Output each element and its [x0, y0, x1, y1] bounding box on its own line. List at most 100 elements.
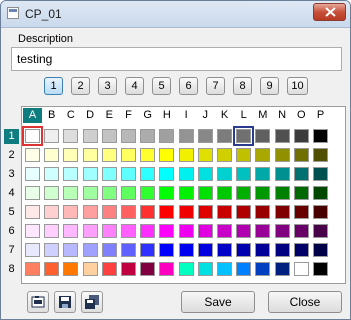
color-cell[interactable] [140, 224, 156, 238]
column-header-a[interactable]: A [23, 108, 42, 123]
page-button-1[interactable]: 1 [44, 77, 63, 95]
color-cell[interactable] [197, 148, 213, 162]
color-cell[interactable] [44, 205, 60, 219]
color-cell[interactable] [293, 167, 309, 181]
row-header-5[interactable]: 5 [4, 205, 19, 220]
color-cell[interactable] [274, 224, 290, 238]
color-cell[interactable] [159, 224, 175, 238]
color-cell[interactable] [274, 262, 290, 276]
color-cell[interactable] [178, 167, 194, 181]
color-cell[interactable] [197, 167, 213, 181]
column-header-b[interactable]: B [42, 108, 61, 123]
color-cell[interactable] [159, 186, 175, 200]
save-as-palette-button[interactable] [81, 291, 103, 313]
color-cell[interactable] [82, 243, 98, 257]
color-cell[interactable] [44, 167, 60, 181]
title-bar[interactable]: CP_01 [1, 1, 350, 28]
color-cell[interactable] [293, 262, 309, 276]
color-cell[interactable] [255, 148, 271, 162]
color-cell[interactable] [178, 148, 194, 162]
page-button-2[interactable]: 2 [71, 77, 90, 95]
color-cell[interactable] [255, 205, 271, 219]
color-cell[interactable] [82, 224, 98, 238]
color-cell[interactable] [140, 262, 156, 276]
open-palette-button[interactable] [27, 291, 49, 313]
color-cell[interactable] [313, 186, 328, 200]
color-cell[interactable] [313, 262, 328, 276]
color-cell[interactable] [217, 129, 232, 143]
row-header-2[interactable]: 2 [4, 148, 19, 163]
color-cell[interactable] [44, 148, 60, 162]
row-header-4[interactable]: 4 [4, 186, 19, 201]
column-header-i[interactable]: I [177, 108, 196, 123]
color-cell[interactable] [44, 262, 60, 276]
color-cell[interactable] [293, 148, 309, 162]
color-cell[interactable] [293, 129, 309, 143]
color-cell[interactable] [236, 262, 252, 276]
color-cell[interactable] [82, 186, 98, 200]
color-cell[interactable] [217, 167, 232, 181]
color-cell[interactable] [121, 148, 136, 162]
color-cell[interactable] [255, 129, 271, 143]
column-header-e[interactable]: E [100, 108, 119, 123]
color-cell[interactable] [236, 148, 252, 162]
column-header-n[interactable]: N [273, 108, 292, 123]
color-cell[interactable] [197, 186, 213, 200]
color-cell[interactable] [255, 186, 271, 200]
color-cell[interactable] [63, 205, 79, 219]
color-cell[interactable] [236, 243, 252, 257]
page-button-9[interactable]: 9 [260, 77, 279, 95]
color-cell[interactable] [140, 129, 156, 143]
color-cell[interactable] [313, 167, 328, 181]
color-cell[interactable] [178, 186, 194, 200]
color-cell[interactable] [25, 167, 40, 181]
color-cell[interactable] [25, 186, 40, 200]
column-header-o[interactable]: O [292, 108, 311, 123]
color-cell[interactable] [82, 262, 98, 276]
color-cell[interactable] [121, 224, 136, 238]
color-cell[interactable] [101, 129, 117, 143]
color-cell[interactable] [44, 243, 60, 257]
color-cell[interactable] [140, 243, 156, 257]
color-cell[interactable] [101, 262, 117, 276]
color-cell[interactable] [22, 126, 43, 146]
color-cell[interactable] [25, 262, 40, 276]
color-cell[interactable] [274, 205, 290, 219]
color-cell[interactable] [293, 205, 309, 219]
save-button[interactable]: Save [181, 291, 255, 313]
column-header-l[interactable]: L [234, 108, 253, 123]
color-cell[interactable] [274, 243, 290, 257]
color-cell[interactable] [293, 243, 309, 257]
page-button-7[interactable]: 7 [206, 77, 225, 95]
row-header-7[interactable]: 7 [4, 243, 19, 258]
color-cell[interactable] [274, 186, 290, 200]
color-cell[interactable] [63, 262, 79, 276]
color-cell[interactable] [25, 205, 40, 219]
close-button[interactable]: Close [268, 291, 342, 313]
color-cell[interactable] [44, 186, 60, 200]
column-header-c[interactable]: C [61, 108, 80, 123]
color-cell[interactable] [178, 262, 194, 276]
row-header-3[interactable]: 3 [4, 167, 19, 182]
color-cell[interactable] [159, 167, 175, 181]
color-cell[interactable] [63, 148, 79, 162]
page-button-5[interactable]: 5 [152, 77, 171, 95]
column-header-h[interactable]: H [157, 108, 176, 123]
color-cell[interactable] [217, 224, 232, 238]
color-cell[interactable] [313, 224, 328, 238]
column-header-k[interactable]: K [215, 108, 234, 123]
close-window-button[interactable] [313, 3, 346, 21]
color-cell[interactable] [140, 148, 156, 162]
color-cell[interactable] [63, 129, 79, 143]
color-cell[interactable] [121, 129, 136, 143]
row-header-1[interactable]: 1 [4, 129, 19, 144]
color-cell[interactable] [197, 243, 213, 257]
color-cell[interactable] [25, 148, 40, 162]
color-cell[interactable] [159, 262, 175, 276]
color-cell[interactable] [121, 243, 136, 257]
color-cell[interactable] [197, 205, 213, 219]
color-cell[interactable] [159, 148, 175, 162]
color-cell[interactable] [197, 129, 213, 143]
color-cell[interactable] [274, 167, 290, 181]
page-button-8[interactable]: 8 [233, 77, 252, 95]
